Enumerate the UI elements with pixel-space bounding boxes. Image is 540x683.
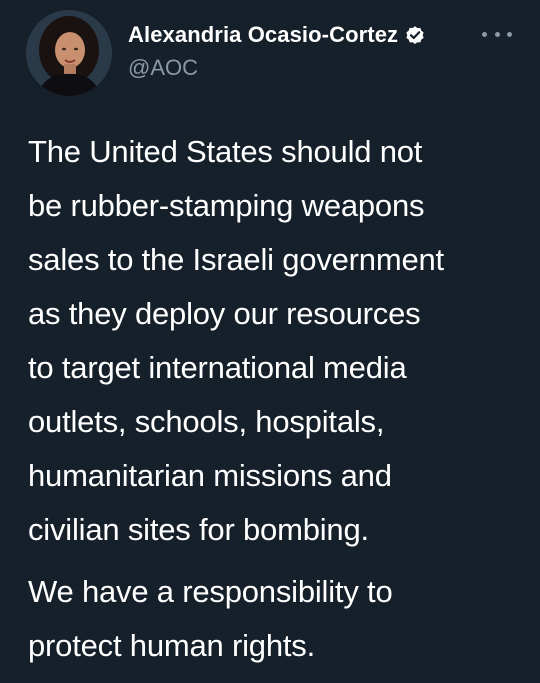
verified-badge-icon bbox=[404, 24, 426, 46]
author-display-name[interactable]: Alexandria Ocasio-Cortez bbox=[128, 22, 398, 48]
author-handle[interactable]: @AOC bbox=[128, 54, 480, 82]
more-dot bbox=[507, 31, 512, 37]
author-avatar[interactable] bbox=[26, 10, 112, 96]
tweet-text-line: The United States should not bbox=[28, 134, 423, 169]
more-dot bbox=[482, 31, 487, 37]
tweet-text-line: civilian sites for bombing. bbox=[28, 512, 369, 547]
tweet-text-line: humanitarian missions and bbox=[28, 458, 392, 493]
name-row: Alexandria Ocasio-Cortez bbox=[128, 20, 480, 50]
tweet-text-line: as they deploy our resources bbox=[28, 296, 421, 331]
tweet-text-line: We have a responsibility to bbox=[28, 574, 393, 609]
tweet-text-line: be rubber-stamping weapons bbox=[28, 188, 425, 223]
tweet-card: Alexandria Ocasio-Cortez @AOC The United… bbox=[0, 0, 540, 683]
more-options-icon[interactable] bbox=[482, 24, 512, 44]
avatar-image bbox=[26, 10, 112, 96]
tweet-paragraph: The United States should not be rubber-s… bbox=[28, 125, 528, 557]
tweet-text-line: outlets, schools, hospitals, bbox=[28, 404, 385, 439]
tweet-header: Alexandria Ocasio-Cortez @AOC bbox=[128, 20, 480, 82]
more-dot bbox=[494, 31, 500, 37]
tweet-text-line: sales to the Israeli government bbox=[28, 242, 444, 277]
tweet-paragraph: We have a responsibility to protect huma… bbox=[28, 565, 528, 673]
tweet-text-line: protect human rights. bbox=[28, 628, 316, 663]
tweet-body: The United States should not be rubber-s… bbox=[28, 125, 528, 673]
tweet-text-line: to target international media bbox=[28, 350, 407, 385]
